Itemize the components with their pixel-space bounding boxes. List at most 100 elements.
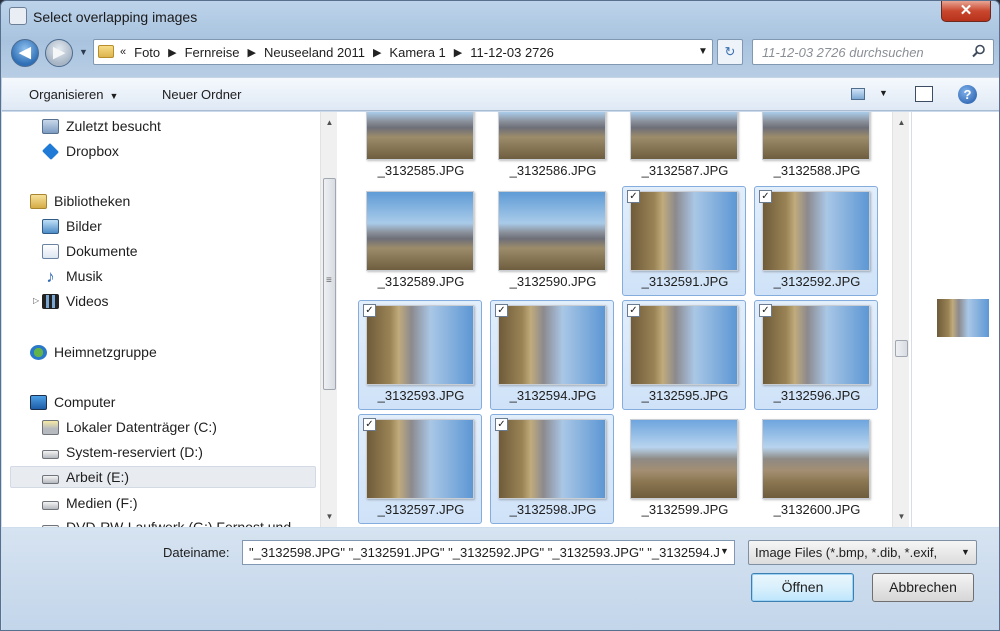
breadcrumb-foto[interactable]: Foto — [134, 45, 160, 60]
breadcrumb-folder[interactable]: 11-12-03 2726 — [470, 45, 554, 60]
history-dropdown-icon[interactable]: ▼ — [79, 47, 88, 57]
sidebar-item-recent[interactable]: Zuletzt besucht — [42, 115, 161, 137]
sidebar-scrollbar[interactable]: ▲ ≡ ▼ — [320, 112, 337, 527]
file-name: _3132590.JPG — [509, 274, 597, 289]
organize-button[interactable]: Organisieren ▼ — [29, 87, 118, 102]
file-tile[interactable]: _3132589.JPG — [358, 186, 482, 296]
checkbox-checked[interactable]: ✓ — [627, 190, 640, 203]
command-bar: Organisieren ▼ Neuer Ordner ▼ ? — [2, 77, 999, 111]
checkbox-checked[interactable]: ✓ — [363, 304, 376, 317]
sidebar-item-computer[interactable]: Computer — [30, 391, 115, 413]
sidebar-item-drive-e[interactable]: Arbeit (E:) — [10, 466, 316, 488]
file-tile[interactable]: _3132600.JPG — [754, 414, 878, 524]
checkbox-checked[interactable]: ✓ — [759, 190, 772, 203]
address-dropdown-icon[interactable]: ▼ — [698, 46, 708, 57]
image-thumbnail — [630, 305, 738, 385]
window-title: Select overlapping images — [33, 9, 198, 25]
dialog-body: Zuletzt besucht Dropbox Bibliotheken Bil… — [2, 112, 999, 527]
view-dropdown-icon[interactable]: ▼ — [879, 88, 888, 98]
file-tile[interactable]: _3132586.JPG — [490, 112, 614, 185]
breadcrumb-arrow-icon[interactable]: ▶ — [248, 45, 256, 60]
change-view-icon[interactable] — [851, 88, 865, 100]
checkbox-checked[interactable]: ✓ — [627, 304, 640, 317]
file-tile-selected[interactable]: ✓ _3132597.JPG — [358, 414, 482, 524]
title-bar[interactable]: Select overlapping images ✕ — [1, 1, 999, 33]
sidebar-item-music[interactable]: ♪ Musik — [42, 265, 102, 287]
breadcrumb-kamera[interactable]: Kamera 1 — [389, 45, 445, 60]
sidebar-item-dropbox[interactable]: Dropbox — [42, 140, 119, 162]
image-thumbnail — [630, 191, 738, 271]
overflow-chevron-icon[interactable]: « — [120, 45, 126, 60]
file-name: _3132589.JPG — [377, 274, 465, 289]
sidebar-scroll-thumb[interactable]: ≡ — [323, 178, 336, 390]
file-name: _3132585.JPG — [377, 163, 465, 178]
open-button[interactable]: Öffnen — [751, 573, 854, 602]
file-tile-selected[interactable]: ✓ _3132596.JPG — [754, 300, 878, 410]
file-tile-selected[interactable]: ✓ _3132594.JPG — [490, 300, 614, 410]
organize-label: Organisieren — [29, 87, 104, 102]
search-input[interactable]: 11-12-03 2726 durchsuchen — [762, 45, 924, 60]
new-folder-button[interactable]: Neuer Ordner — [162, 87, 241, 102]
sidebar-item-videos[interactable]: Videos — [42, 290, 109, 312]
file-list-scroll-thumb[interactable] — [895, 340, 908, 357]
file-tile[interactable]: _3132588.JPG — [754, 112, 878, 185]
filename-dropdown-icon[interactable]: ▼ — [720, 546, 729, 556]
filename-field[interactable]: "_3132598.JPG" "_3132591.JPG" "_3132592.… — [242, 540, 735, 565]
sidebar-item-drive-d[interactable]: System-reserviert (D:) — [42, 441, 203, 463]
file-tile[interactable]: _3132599.JPG — [622, 414, 746, 524]
image-thumbnail — [366, 112, 474, 160]
file-tile[interactable]: _3132590.JPG — [490, 186, 614, 296]
file-tile-selected[interactable]: ✓ _3132593.JPG — [358, 300, 482, 410]
sidebar-item-drive-f[interactable]: Medien (F:) — [42, 492, 138, 514]
scroll-up-icon[interactable]: ▲ — [893, 114, 910, 131]
recent-places-icon — [42, 118, 59, 134]
checkbox-checked[interactable]: ✓ — [363, 418, 376, 431]
dialog-footer: Dateiname: "_3132598.JPG" "_3132591.JPG"… — [2, 528, 999, 630]
sidebar-item-dvd[interactable]: DVD-RW-Laufwerk (G:) Fernost und — [42, 516, 291, 527]
sidebar-item-drive-c[interactable]: Lokaler Datenträger (C:) — [42, 416, 217, 438]
checkbox-checked[interactable]: ✓ — [759, 304, 772, 317]
breadcrumb-neuseeland[interactable]: Neuseeland 2011 — [264, 45, 365, 60]
sidebar-item-libraries[interactable]: Bibliotheken — [30, 190, 130, 212]
checkbox-checked[interactable]: ✓ — [495, 418, 508, 431]
file-tile-selected[interactable]: ✓ _3132591.JPG — [622, 186, 746, 296]
back-button[interactable]: ◀ — [11, 39, 39, 67]
address-bar[interactable]: « Foto ▶ Fernreise ▶ Neuseeland 2011 ▶ K… — [93, 39, 713, 65]
scroll-up-icon[interactable]: ▲ — [321, 114, 338, 131]
file-name: _3132600.JPG — [773, 502, 861, 517]
sidebar-item-pictures[interactable]: Bilder — [42, 215, 102, 237]
help-icon[interactable]: ? — [958, 85, 977, 104]
sidebar-item-documents[interactable]: Dokumente — [42, 240, 138, 262]
file-tile-selected[interactable]: ✓ _3132595.JPG — [622, 300, 746, 410]
scroll-down-icon[interactable]: ▼ — [893, 508, 910, 525]
breadcrumb-fernreise[interactable]: Fernreise — [185, 45, 240, 60]
cancel-button[interactable]: Abbrechen — [872, 573, 974, 602]
image-thumbnail — [762, 112, 870, 160]
sidebar-item-label: Dropbox — [66, 143, 119, 159]
file-type-select[interactable]: Image Files (*.bmp, *.dib, *.exif, ▼ — [748, 540, 977, 565]
search-icon[interactable] — [972, 44, 986, 61]
file-tile[interactable]: _3132587.JPG — [622, 112, 746, 185]
file-list-scrollbar[interactable]: ▲ ▼ — [892, 112, 909, 527]
file-tile-selected[interactable]: ✓ _3132598.JPG — [490, 414, 614, 524]
preview-pane-icon[interactable] — [915, 86, 933, 102]
expand-arrow-icon[interactable]: ▷ — [33, 296, 39, 305]
sidebar-item-label: Arbeit (E:) — [66, 469, 130, 485]
search-box[interactable]: 11-12-03 2726 durchsuchen — [752, 39, 994, 65]
sidebar-item-label: System-reserviert (D:) — [66, 444, 203, 460]
refresh-button[interactable]: ↻ — [717, 39, 743, 65]
checkbox-checked[interactable]: ✓ — [495, 304, 508, 317]
breadcrumb-arrow-icon[interactable]: ▶ — [373, 45, 381, 60]
navigation-pane: Zuletzt besucht Dropbox Bibliotheken Bil… — [2, 112, 320, 527]
scroll-down-icon[interactable]: ▼ — [321, 508, 338, 525]
breadcrumb-arrow-icon[interactable]: ▶ — [168, 45, 176, 60]
file-type-value: Image Files (*.bmp, *.dib, *.exif, — [755, 545, 938, 560]
close-button[interactable]: ✕ — [941, 1, 991, 22]
file-tile[interactable]: _3132585.JPG — [358, 112, 482, 185]
sidebar-item-homegroup[interactable]: Heimnetzgruppe — [30, 341, 157, 363]
file-name: _3132594.JPG — [509, 388, 597, 403]
breadcrumb-arrow-icon[interactable]: ▶ — [454, 45, 462, 60]
forward-button[interactable]: ▶ — [45, 39, 73, 67]
dvd-drive-icon — [42, 524, 59, 527]
file-tile-selected[interactable]: ✓ _3132592.JPG — [754, 186, 878, 296]
